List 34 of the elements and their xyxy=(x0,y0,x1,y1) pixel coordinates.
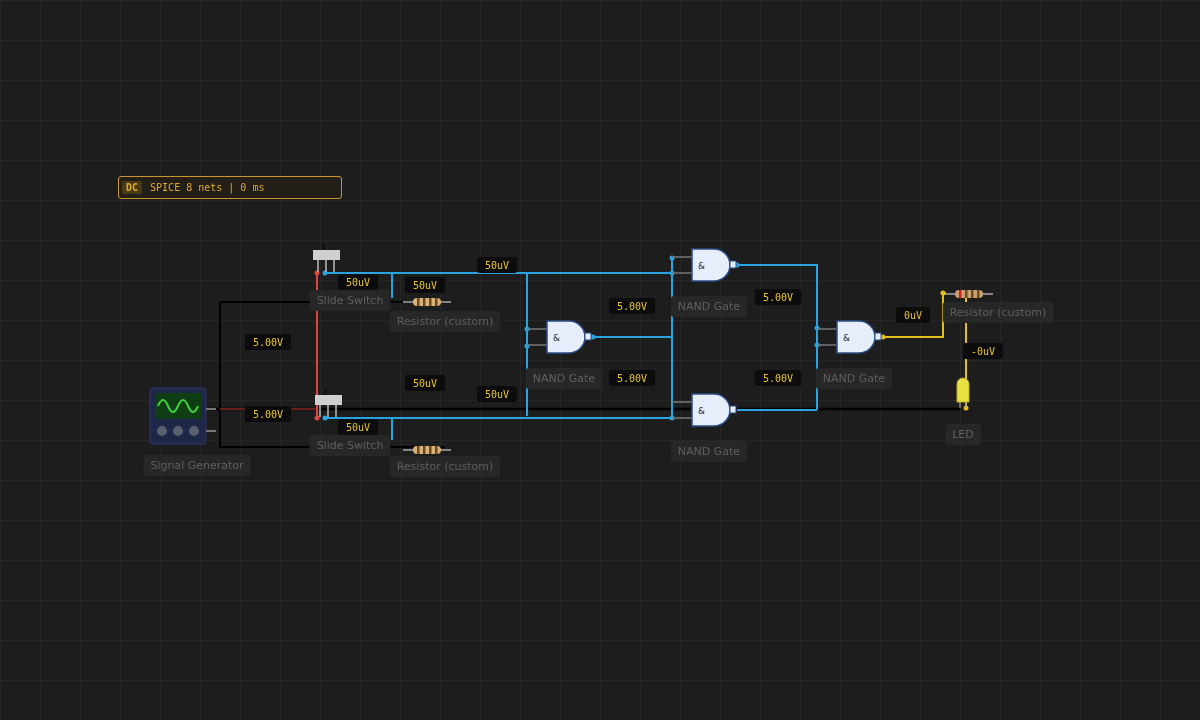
component-label: Slide Switch xyxy=(309,290,391,311)
voltage-label: 50uV xyxy=(476,386,518,402)
voltage-label: 50uV xyxy=(337,274,379,290)
component-label: NAND Gate xyxy=(670,441,748,462)
resistor-drawing[interactable] xyxy=(402,446,452,454)
voltage-label: 50uV xyxy=(404,277,446,293)
gate-symbol: & xyxy=(843,333,851,343)
signal-generator-drawing[interactable] xyxy=(149,387,217,445)
resistor-drawing[interactable] xyxy=(402,298,452,306)
gate-symbol: & xyxy=(698,406,706,416)
voltage-label: 50uV xyxy=(476,257,518,273)
voltage-label: 5.00V xyxy=(244,334,292,350)
gate-symbol: & xyxy=(553,333,561,343)
voltage-label: 50uV xyxy=(337,419,379,435)
slide-switch-drawing[interactable] xyxy=(315,389,342,418)
component-label: NAND Gate xyxy=(525,368,603,389)
voltage-label: 50uV xyxy=(404,375,446,391)
status-text: SPICE 8 nets | 0 ms xyxy=(150,182,265,193)
gate-symbol: & xyxy=(698,261,706,271)
resistor-drawing[interactable] xyxy=(944,290,994,298)
voltage-label: 5.00V xyxy=(754,370,802,386)
voltage-label: 5.00V xyxy=(608,370,656,386)
component-label: LED xyxy=(945,424,981,445)
voltage-label: 5.00V xyxy=(244,406,292,422)
component-label: NAND Gate xyxy=(670,296,748,317)
led-drawing[interactable] xyxy=(956,377,970,409)
voltage-label: 5.00V xyxy=(754,289,802,305)
component-label: NAND Gate xyxy=(815,368,893,389)
voltage-label: -0uV xyxy=(962,343,1004,359)
component-label: Slide Switch xyxy=(309,435,391,456)
voltage-label: 0uV xyxy=(895,307,931,323)
slide-switch-drawing[interactable] xyxy=(313,244,340,273)
mode-badge: DC xyxy=(122,181,143,194)
voltage-label: 5.00V xyxy=(608,298,656,314)
